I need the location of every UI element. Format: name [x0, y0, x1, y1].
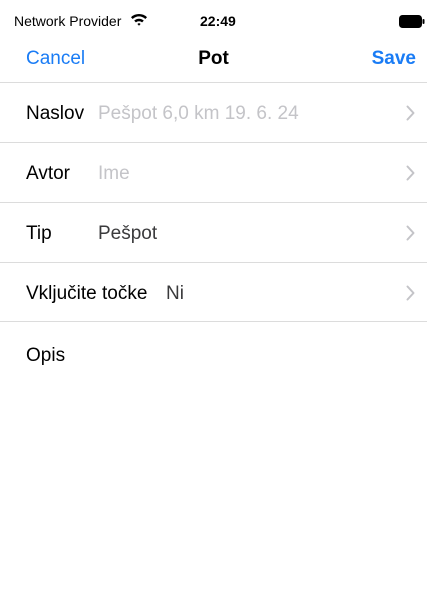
type-label: Tip [26, 223, 52, 244]
author-field[interactable]: Ime [98, 162, 130, 186]
chevron-right-icon [406, 285, 415, 301]
chevron-right-icon [406, 105, 415, 121]
type-row[interactable]: Tip Pešpot [0, 202, 427, 262]
navigation-bar: Cancel Pot Save [0, 42, 427, 82]
carrier-name: Network Provider [14, 13, 122, 29]
save-button[interactable]: Save [372, 47, 416, 71]
title-row[interactable]: Naslov Pešpot 6,0 km 19. 6. 24 [0, 82, 427, 142]
wifi-icon [130, 12, 148, 28]
status-time: 22:49 [200, 13, 236, 29]
include-points-label: Vključite točke [26, 283, 148, 304]
description-label: Opis [26, 345, 66, 366]
author-label: Avtor [26, 163, 71, 184]
title-field[interactable]: Pešpot 6,0 km 19. 6. 24 [98, 102, 299, 126]
include-points-value: Ni [166, 283, 184, 304]
status-bar: Network Provider 22:49 [0, 0, 427, 42]
chevron-right-icon [406, 225, 415, 241]
route-form: Naslov Pešpot 6,0 km 19. 6. 24 Avtor Ime… [0, 82, 427, 322]
include-points-row[interactable]: Vključite točke Ni [0, 262, 427, 322]
type-value: Pešpot [98, 223, 158, 244]
battery-full-icon [399, 15, 425, 28]
title-label: Naslov [26, 103, 85, 124]
author-row[interactable]: Avtor Ime [0, 142, 427, 202]
chevron-right-icon [406, 165, 415, 181]
page-title: Pot [198, 48, 229, 69]
